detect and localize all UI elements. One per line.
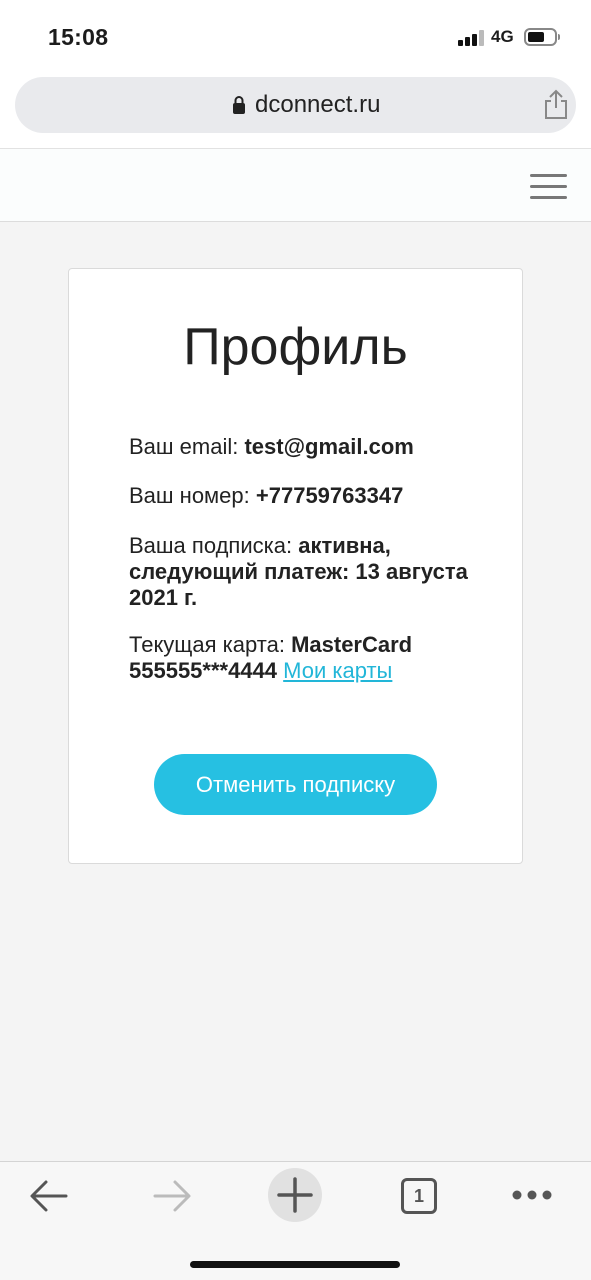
- my-cards-link[interactable]: Мои карты: [283, 658, 392, 683]
- status-time: 15:08: [48, 24, 109, 50]
- card-label: Текущая карта:: [129, 632, 285, 657]
- home-indicator: [190, 1261, 400, 1268]
- tab-count: 1: [413, 1186, 424, 1206]
- address-bar[interactable]: dconnect.ru: [15, 77, 576, 133]
- email-label: Ваш email:: [129, 434, 239, 459]
- subscription-label: Ваша подписка:: [129, 533, 293, 558]
- browser-address-area: dconnect.ru: [0, 76, 591, 148]
- share-icon[interactable]: [542, 88, 570, 120]
- status-bar: 15:08 4G: [0, 0, 591, 76]
- new-tab-plus-icon: [277, 1177, 313, 1213]
- site-header: [0, 148, 591, 222]
- signal-icon: [458, 30, 484, 46]
- subscription-row: Ваша подписка: активна, следующий платеж…: [129, 533, 509, 611]
- card-row: Текущая карта: MasterCard 555555***4444 …: [129, 632, 509, 684]
- forward-arrow-icon[interactable]: [151, 1178, 193, 1214]
- page-title: Профиль: [183, 318, 408, 376]
- tabs-icon[interactable]: 1: [401, 1178, 437, 1214]
- email-row: Ваш email: test@gmail.com: [129, 434, 509, 460]
- profile-card: Профиль Ваш email: test@gmail.com Ваш но…: [68, 268, 523, 864]
- browser-toolbar: 1: [0, 1161, 591, 1280]
- network-type: 4G: [491, 27, 514, 46]
- lock-icon: [233, 96, 245, 114]
- back-arrow-icon[interactable]: [28, 1178, 70, 1214]
- battery-icon: [524, 28, 560, 46]
- hamburger-menu-icon[interactable]: [530, 174, 567, 200]
- phone-value: +77759763347: [255, 483, 404, 508]
- url-text: dconnect.ru: [255, 91, 381, 118]
- phone-row: Ваш номер: +77759763347: [129, 483, 509, 509]
- phone-label: Ваш номер:: [129, 483, 250, 508]
- more-icon[interactable]: [511, 1189, 553, 1201]
- new-tab-button[interactable]: [268, 1168, 322, 1222]
- email-value: test@gmail.com: [244, 434, 414, 459]
- cancel-subscription-button[interactable]: Отменить подписку: [154, 754, 437, 815]
